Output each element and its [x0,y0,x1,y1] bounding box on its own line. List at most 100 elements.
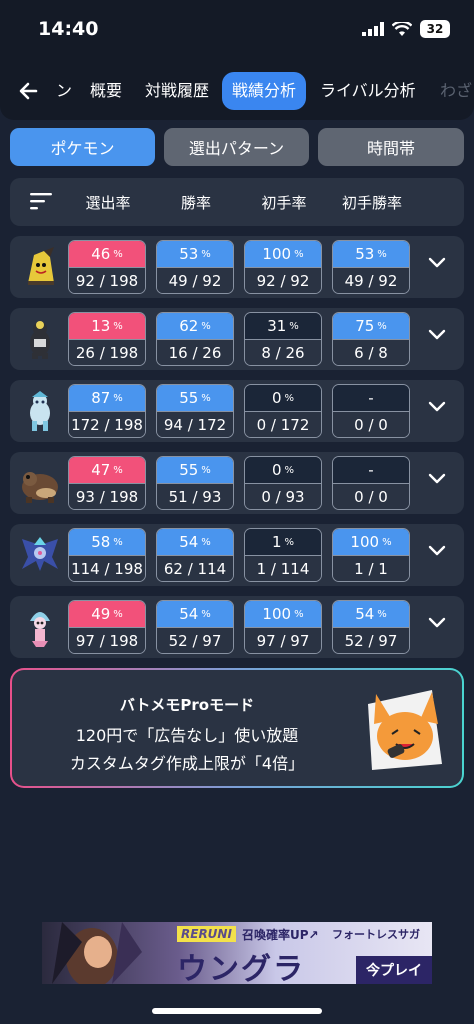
stat-percent-value: 53 [355,245,375,263]
stat-cell-usage-rate: 47% 93 / 198 [68,456,146,510]
ursaluna-icon [22,472,58,503]
promo-line-1: 120円で「広告なし」使い放題 [75,726,299,745]
ad-banner[interactable]: RERUNI 召喚確率UP↗ ウングラ フォートレスサガ 今プレイ [42,922,432,984]
ad-character-icon [52,922,142,984]
pokemon-row[interactable]: 46% 92 / 198 53% 49 / 92 100% 92 / 92 53% 49 / … [10,236,464,298]
chevron-down-icon[interactable] [428,617,446,629]
stat-percent-value: - [368,389,374,407]
chevron-down-icon[interactable] [428,473,446,485]
tab-battle-history[interactable]: 対戦履歴 [145,72,209,110]
percent-unit: % [289,320,299,332]
stat-cell-lead-win-rate: 53% 49 / 92 [332,240,410,294]
stat-percent-value: 13 [91,317,111,335]
stat-percent-value: 100 [350,533,380,551]
sort-icon[interactable] [30,192,52,210]
stat-cell-usage-rate: 49% 97 / 198 [68,600,146,654]
stat-cell-lead-rate: 31% 8 / 26 [244,312,322,366]
column-win-rate[interactable]: 勝率 [151,192,241,213]
back-arrow-icon[interactable] [14,74,48,108]
percent-unit: % [377,320,387,332]
segment-pokemon[interactable]: ポケモン [10,128,155,166]
column-usage-rate[interactable]: 選出率 [63,192,153,213]
stat-cell-lead-rate: 0% 0 / 172 [244,384,322,438]
ad-brand: フォートレスサガ [332,928,420,941]
percent-unit: % [113,248,123,260]
stat-percent-value: 100 [262,245,292,263]
wifi-icon [392,21,412,36]
stat-fraction: 16 / 26 [157,339,233,365]
stat-percent: 62% [157,313,233,339]
stat-fraction: 172 / 198 [69,411,145,437]
stat-percent-value: 87 [91,389,111,407]
stat-percent: 54% [333,601,409,627]
stat-percent-value: 54 [355,605,375,623]
stat-cell-lead-rate: 1% 1 / 114 [244,528,322,582]
stat-percent-value: 0 [271,461,282,479]
chevron-down-icon[interactable] [428,329,446,341]
stat-percent-value: 100 [262,605,292,623]
stat-percent: 49% [69,601,145,627]
column-lead-rate[interactable]: 初手率 [239,192,329,213]
percent-unit: % [201,464,211,476]
pokemon-row[interactable]: 58% 114 / 198 54% 62 / 114 1% 1 / 114 100% 1 / … [10,524,464,586]
stat-fraction: 1 / 114 [245,555,321,581]
percent-unit: % [201,248,211,260]
stat-fraction: 0 / 0 [333,483,409,509]
pokemon-row[interactable]: 49% 97 / 198 54% 52 / 97 100% 97 / 97 54% 52 / … [10,596,464,658]
stat-cell-win-rate: 55% 51 / 93 [156,456,234,510]
column-lead-win-rate[interactable]: 初手勝率 [327,192,417,213]
percent-unit: % [284,464,295,476]
stat-percent-value: 75 [355,317,375,335]
tab-partial[interactable]: ン [56,72,72,110]
status-time: 14:40 [38,18,99,40]
stat-fraction: 26 / 198 [69,339,145,365]
pokemon-row[interactable]: 13% 26 / 198 62% 16 / 26 31% 8 / 26 75% 6 / 8 [10,308,464,370]
mimikyu-icon [28,247,54,285]
hatterene-icon [30,612,50,647]
chevron-down-icon[interactable] [428,401,446,413]
tab-record-analysis[interactable]: 戦績分析 [222,72,307,110]
stat-percent-value: - [368,461,374,479]
column-header: 選出率 勝率 初手率 初手勝率 [10,178,464,226]
stat-percent: 0% [245,457,321,483]
stat-cell-win-rate: 55% 94 / 172 [156,384,234,438]
stat-percent-value: 53 [179,245,199,263]
stat-percent: 58% [69,529,145,555]
ad-play-button[interactable]: 今プレイ [356,956,432,984]
stat-fraction: 52 / 97 [157,627,233,653]
chevron-down-icon[interactable] [428,545,446,557]
stat-cell-usage-rate: 46% 92 / 198 [68,240,146,294]
promo-title: バトメモProモード [119,696,255,714]
segment-selection-pattern[interactable]: 選出パターン [164,128,309,166]
stat-cell-lead-win-rate: 75% 6 / 8 [332,312,410,366]
segment-control: ポケモン 選出パターン 時間帯 [10,128,464,166]
pokemon-row[interactable]: 87% 172 / 198 55% 94 / 172 0% 0 / 172-0 / 0 [10,380,464,442]
chevron-down-icon[interactable] [428,257,446,269]
stat-fraction: 92 / 92 [245,267,321,293]
stat-percent: - [333,385,409,411]
signal-icon [362,22,384,36]
stat-cell-usage-rate: 58% 114 / 198 [68,528,146,582]
segment-time-of-day[interactable]: 時間帯 [318,128,464,166]
percent-unit: % [113,464,123,476]
status-icons: 32 [362,20,450,38]
stat-cell-win-rate: 62% 16 / 26 [156,312,234,366]
stat-cell-usage-rate: 13% 26 / 198 [68,312,146,366]
tab-overview[interactable]: 概要 [90,72,122,110]
tab-moves[interactable]: わざ [440,72,472,110]
ad-title: ウングラ [177,952,305,984]
stat-fraction: 49 / 92 [333,267,409,293]
stat-cell-lead-rate: 100% 97 / 97 [244,600,322,654]
stat-percent-value: 46 [91,245,111,263]
stat-percent-value: 55 [179,389,199,407]
stat-cell-lead-win-rate: 54% 52 / 97 [332,600,410,654]
stat-fraction: 93 / 198 [69,483,145,509]
pro-mode-promo[interactable]: バトメモProモード 120円で「広告なし」使い放題 カスタムタグ作成上限が「4… [10,668,464,788]
tab-rival-analysis[interactable]: ライバル分析 [320,72,416,110]
stat-percent: 100% [333,529,409,555]
pokemon-row[interactable]: 47% 93 / 198 55% 51 / 93 0% 0 / 93-0 / 0 [10,452,464,514]
stat-percent-value: 55 [179,461,199,479]
stat-percent-value: 47 [91,461,111,479]
stat-fraction: 49 / 92 [157,267,233,293]
stat-percent-value: 1 [271,533,282,551]
